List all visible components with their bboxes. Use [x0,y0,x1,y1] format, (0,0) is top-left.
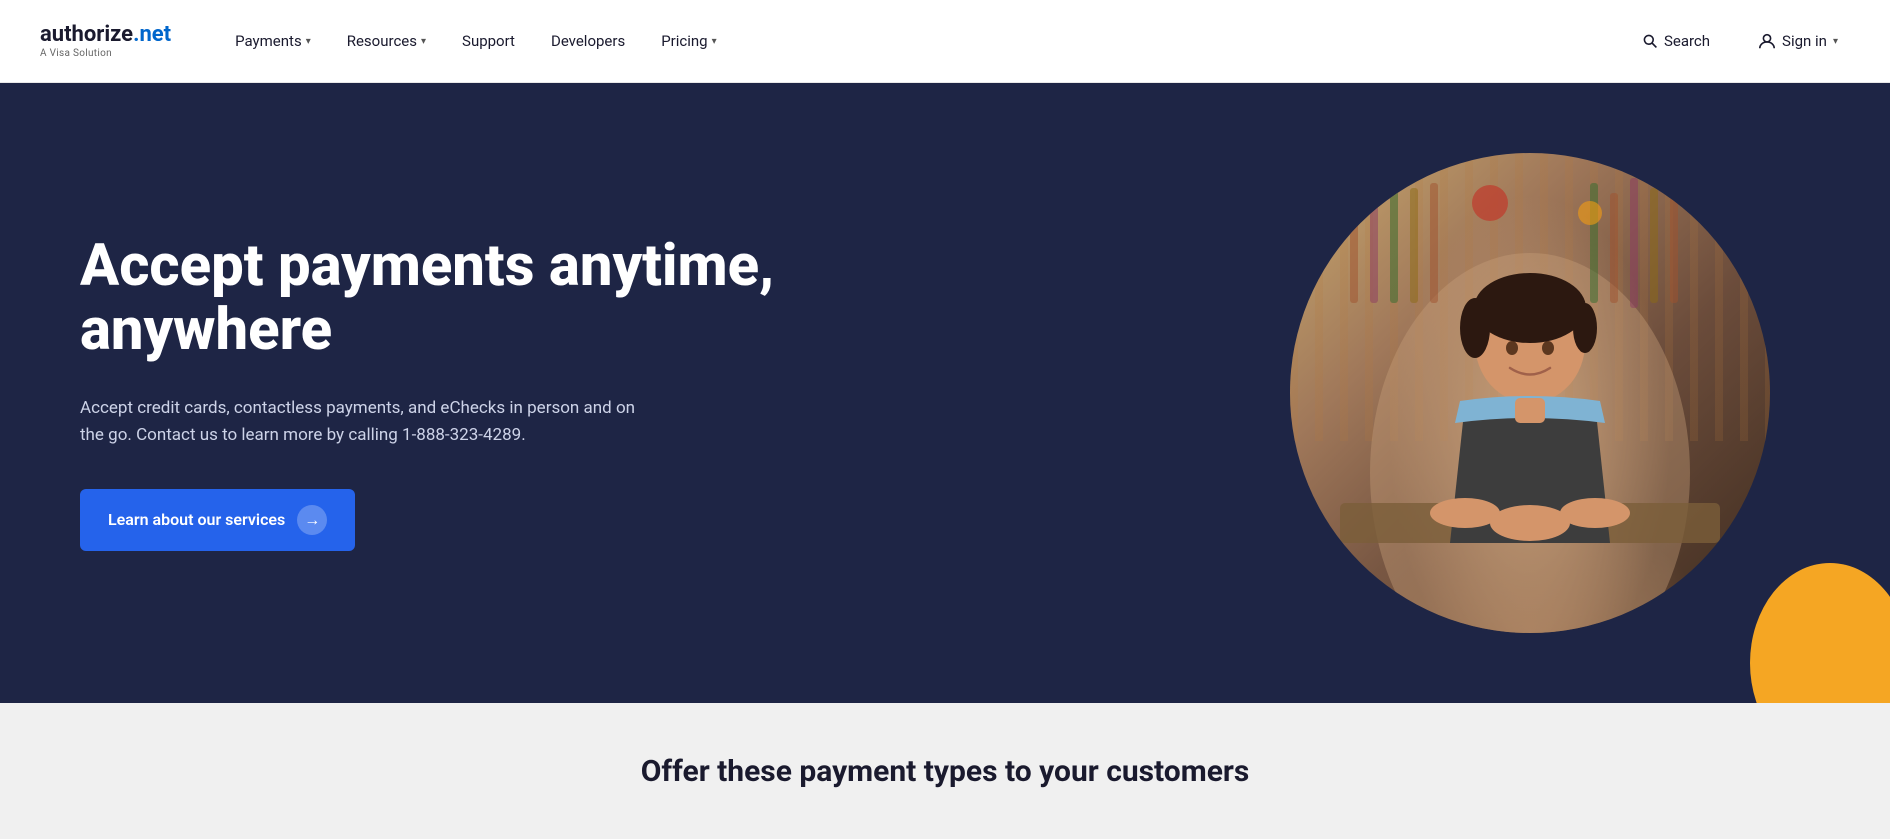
chevron-down-icon: ▾ [712,36,717,47]
hero-image-circle [1290,153,1770,633]
nav-payments-label: Payments [235,32,302,50]
user-icon [1758,32,1776,50]
nav-right: Search Sign in ▾ [1630,24,1850,58]
search-icon [1642,33,1658,49]
signin-button[interactable]: Sign in ▾ [1746,24,1850,58]
hero-content: Accept payments anytime, anywhere Accept… [80,235,780,551]
search-button[interactable]: Search [1630,24,1722,58]
logo-text: authorize.net [40,23,171,47]
hero-description: Accept credit cards, contactless payment… [80,395,660,449]
signin-label: Sign in [1782,32,1827,50]
payment-types-section: Offer these payment types to your custom… [0,703,1890,839]
arrow-right-icon: → [297,505,327,535]
chevron-down-icon: ▾ [421,36,426,47]
nav-pricing[interactable]: Pricing ▾ [647,24,730,58]
nav-payments[interactable]: Payments ▾ [221,24,325,58]
payment-types-title: Offer these payment types to your custom… [641,754,1250,789]
nav-support[interactable]: Support [448,24,529,58]
nav-support-label: Support [462,32,515,50]
hero-section: Accept payments anytime, anywhere Accept… [0,83,1890,703]
chevron-down-icon: ▾ [1833,36,1838,47]
nav-developers-label: Developers [551,32,625,50]
decorative-circle [1750,563,1890,703]
chevron-down-icon: ▾ [306,36,311,47]
nav-resources[interactable]: Resources ▾ [333,24,440,58]
hero-image-area [1290,153,1770,633]
logo[interactable]: authorize.net A Visa Solution [40,23,171,58]
bartender-illustration [1290,153,1770,633]
nav-links: Payments ▾ Resources ▾ Support Developer… [221,24,1630,58]
search-label: Search [1664,32,1710,50]
main-nav: authorize.net A Visa Solution Payments ▾… [0,0,1890,83]
hero-cta-label: Learn about our services [108,510,285,529]
hero-cta-button[interactable]: Learn about our services → [80,489,355,551]
nav-pricing-label: Pricing [661,32,707,50]
nav-developers[interactable]: Developers [537,24,639,58]
nav-resources-label: Resources [347,32,417,50]
logo-tagline: A Visa Solution [40,48,171,59]
hero-title: Accept payments anytime, anywhere [80,235,780,363]
